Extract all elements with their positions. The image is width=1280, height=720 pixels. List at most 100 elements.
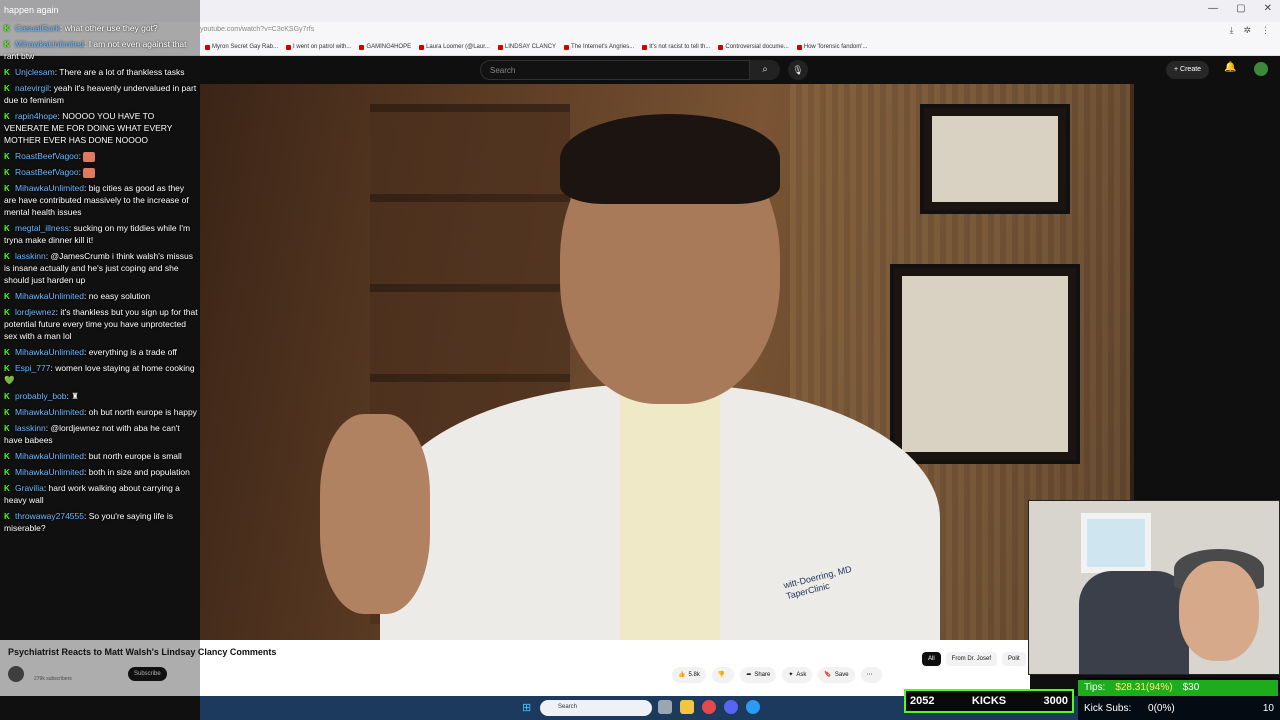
chat-message: K MihawkaUnlimited: I am not even against…: [4, 39, 187, 61]
chat-message: K CasualGurk: what other use they got?: [4, 23, 158, 33]
bookmark-item[interactable]: The Internet's Angries...: [564, 44, 634, 50]
chat-message: K MihawkaUnlimited: both in size and popu…: [4, 467, 190, 477]
url-text[interactable]: youtube.com/watch?v=C3cKSGy7rfs: [200, 26, 314, 33]
kick-badge-icon: K: [4, 112, 10, 121]
task-view-icon[interactable]: [658, 700, 672, 714]
chat-username[interactable]: Unjclesam: [15, 67, 55, 77]
chat-message: K MihawkaUnlimited: no easy solution: [4, 291, 151, 301]
kick-badge-icon: K: [4, 24, 10, 33]
chat-username[interactable]: natevirgil: [15, 83, 49, 93]
kick-badge-icon: K: [4, 168, 10, 177]
chat-username[interactable]: RoastBeefVagoo: [15, 151, 79, 161]
bookmark-item[interactable]: It's not racist to tell th...: [642, 44, 710, 50]
chat-text: oh but north europe is happy: [88, 407, 197, 417]
chat-username[interactable]: lordjewnez: [15, 307, 56, 317]
chat-message: Klasskinn: @lordjewnez not with aba he c…: [4, 423, 180, 445]
recommendation-chips: All From Dr. Josef Polit: [922, 652, 1026, 666]
bookmark-item[interactable]: GAMING4HOPE: [359, 44, 411, 50]
webcam-window-background: [1081, 513, 1151, 573]
save-button[interactable]: 🔖 Save: [818, 667, 855, 683]
voice-search-button[interactable]: 🎙: [788, 60, 808, 80]
minimize-icon[interactable]: —: [1208, 3, 1218, 14]
bookmark-item[interactable]: How 'forensic fandom'...: [796, 44, 867, 50]
share-button[interactable]: ➦ Share: [740, 667, 777, 683]
edge-icon[interactable]: [746, 700, 760, 714]
like-button[interactable]: 👍 5.8k: [672, 667, 706, 683]
thumbs-up-icon: 👍: [678, 672, 686, 678]
chat-username[interactable]: MihawkaUnlimited: [15, 183, 84, 193]
chat-message: K Gravilia: hard work walking about carry…: [4, 483, 180, 505]
chat-username[interactable]: MihawkaUnlimited: [15, 407, 84, 417]
browser-icon[interactable]: [702, 700, 716, 714]
bookmark-item[interactable]: I went on patrol with...: [286, 44, 351, 50]
filter-chip[interactable]: From Dr. Josef: [945, 652, 998, 666]
kicks-counter: 2052 KICKS 3000: [904, 689, 1074, 713]
chat-message: K RoastBeefVagoo:: [4, 150, 198, 162]
kick-badge-icon: K: [4, 252, 10, 261]
file-explorer-icon[interactable]: [680, 700, 694, 714]
discord-icon[interactable]: [724, 700, 738, 714]
chat-message: K MihawkaUnlimited: oh but north europe i…: [4, 407, 197, 417]
bookmark-favicon-icon: [359, 44, 365, 50]
chat-username[interactable]: MihawkaUnlimited: [15, 467, 84, 477]
search-button[interactable]: ⌕: [750, 60, 780, 80]
chat-username[interactable]: lasskinn: [15, 423, 46, 433]
bookmark-icon: 🔖: [824, 672, 832, 678]
dislike-button[interactable]: 👎: [711, 667, 735, 683]
tips-amount: $28.31(94%): [1115, 682, 1173, 693]
bookmark-item[interactable]: LINDSAY CLANCY: [497, 44, 556, 50]
ask-button[interactable]: ✦ Ask: [782, 667, 813, 683]
video-player[interactable]: witt-Doerring, MD TaperClinic: [200, 84, 1134, 640]
chat-emote-icon: [83, 151, 96, 162]
chat-message: K MihawkaUnlimited: but north europe is s…: [4, 451, 182, 461]
kick-badge-icon: K: [4, 224, 10, 233]
chat-username[interactable]: throwaway274555: [15, 511, 84, 521]
doctor-shirt: [620, 384, 720, 640]
chat-username[interactable]: Gravilia: [15, 483, 44, 493]
bookmark-item[interactable]: Laura Loomer (@Laur...: [419, 44, 490, 50]
chat-username[interactable]: Espi_777: [15, 363, 50, 373]
chat-message: K MihawkaUnlimited: big cities as good as…: [4, 183, 189, 217]
more-actions-button[interactable]: ⋯: [860, 667, 882, 683]
close-icon[interactable]: ✕: [1264, 3, 1272, 14]
kick-badge-icon: K: [4, 348, 10, 357]
filter-chip[interactable]: Polit: [1002, 652, 1026, 666]
search-input[interactable]: Search: [480, 60, 750, 80]
chat-username[interactable]: CasualGurk: [15, 23, 60, 33]
extensions-icon[interactable]: ✲: [1243, 25, 1251, 36]
chat-username[interactable]: MihawkaUnlimited: [15, 39, 84, 49]
create-button[interactable]: + Create: [1166, 61, 1210, 79]
chat-username[interactable]: rapin4hope: [15, 111, 58, 121]
account-avatar[interactable]: [1254, 62, 1268, 76]
chat-username[interactable]: MihawkaUnlimited: [15, 347, 84, 357]
kick-badge-icon: K: [4, 452, 10, 461]
kick-badge-icon: K: [4, 512, 10, 521]
taskbar-search-input[interactable]: Search: [540, 700, 652, 716]
chat-message: Krapin4hope: NOOOO YOU HAVE TO VENERATE …: [4, 111, 173, 145]
bookmark-item[interactable]: Myron Secret Gay Rab...: [205, 44, 278, 50]
windows-start-icon[interactable]: ⊞: [522, 701, 531, 714]
chat-username[interactable]: MihawkaUnlimited: [15, 291, 84, 301]
notifications-bell-icon[interactable]: 🔔: [1224, 62, 1236, 73]
kicks-goal: 3000: [1043, 695, 1068, 707]
download-icon[interactable]: ⤓: [1229, 25, 1233, 36]
chat-username[interactable]: lasskinn: [15, 251, 46, 261]
chat-username[interactable]: megtal_illness: [15, 223, 69, 233]
more-icon: ⋯: [866, 672, 873, 678]
gaming-chair: [1079, 571, 1189, 674]
chat-username[interactable]: MihawkaUnlimited: [15, 451, 84, 461]
kicks-count: 2052: [910, 695, 935, 707]
chat-message: K Espi_777: women love staying at home co…: [4, 363, 195, 385]
chat-username[interactable]: probably_bob: [15, 391, 67, 401]
tips-goal-panel: Tips: $28.31(94%) $30 Kick Subs: 0(0%) 1…: [1078, 678, 1280, 720]
filter-chip[interactable]: All: [922, 652, 941, 666]
kick-subs-goal: 10: [1262, 703, 1274, 714]
kick-badge-icon: K: [4, 292, 10, 301]
menu-icon[interactable]: ⋮: [1261, 25, 1270, 36]
maximize-icon[interactable]: ▢: [1236, 3, 1245, 14]
bookmark-item[interactable]: Controversial docume...: [718, 44, 789, 50]
chat-message: Knatevirgil: yeah it's heavenly underval…: [4, 83, 197, 105]
chat-username[interactable]: RoastBeefVagoo: [15, 167, 79, 177]
diploma-frame: [920, 104, 1070, 214]
chat-message: Klasskinn: @JamesCrumb i think walsh's m…: [4, 251, 193, 285]
